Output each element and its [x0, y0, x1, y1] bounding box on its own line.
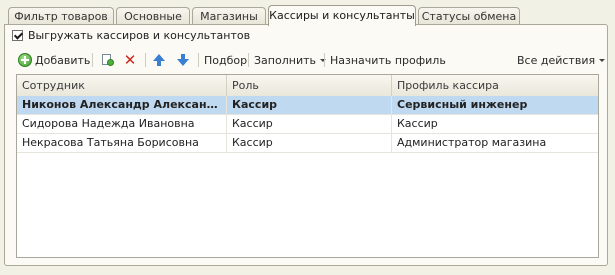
chevron-down-icon	[599, 58, 606, 62]
chevron-down-icon	[319, 58, 326, 62]
cell-profile: Сервисный инженер	[397, 98, 528, 111]
column-header-cashier-profile[interactable]: Профиль кассира	[392, 75, 598, 96]
cell-employee: Никонов Александр Александрович	[17, 96, 227, 114]
table-row[interactable]: Никонов Александр Александрович Кассир С…	[17, 96, 598, 115]
assign-profile-button[interactable]: Назначить профиль	[330, 50, 446, 70]
copy-icon	[100, 53, 114, 67]
tab-exchange-statuses[interactable]: Статусы обмена	[418, 7, 520, 24]
move-down-button[interactable]	[176, 50, 190, 70]
toolbar-separator	[324, 53, 325, 67]
add-button[interactable]: Добавить	[18, 50, 90, 70]
toolbar-separator	[145, 53, 146, 67]
cell-employee: Сидорова Надежда Ивановна	[17, 115, 227, 133]
table-header: Сотрудник Роль Профиль кассира	[17, 75, 598, 97]
cell-employee: Некрасова Татьяна Борисовна	[17, 134, 227, 152]
column-header-employee[interactable]: Сотрудник	[17, 75, 227, 96]
all-actions-menu[interactable]: Все действия	[517, 50, 606, 70]
cell-profile: Администратор магазина	[397, 136, 547, 149]
export-cashiers-option[interactable]: Выгружать кассиров и консультантов	[12, 28, 250, 42]
fill-label: Заполнить	[254, 53, 316, 67]
table-row[interactable]: Сидорова Надежда Ивановна Кассир Кассир	[17, 115, 598, 134]
delete-button[interactable]: ✕	[123, 50, 137, 70]
export-cashiers-checkbox[interactable]	[12, 29, 23, 41]
all-actions-label: Все действия	[517, 53, 596, 67]
move-up-button[interactable]	[152, 50, 166, 70]
fill-menu-button[interactable]: Заполнить	[254, 50, 326, 70]
toolbar-separator	[198, 53, 199, 67]
pick-button[interactable]: Подбор	[204, 50, 247, 70]
tab-main[interactable]: Основные	[116, 7, 190, 24]
cashiers-table[interactable]: Сотрудник Роль Профиль кассира Никонов А…	[16, 74, 599, 258]
cell-role: Кассир	[227, 96, 392, 114]
tab-cashiers[interactable]: Кассиры и консультанты	[268, 5, 416, 26]
tab-product-filter[interactable]: Фильтр товаров	[8, 7, 114, 24]
add-label: Добавить	[35, 53, 91, 67]
arrow-up-icon	[152, 53, 166, 67]
add-icon	[18, 53, 32, 67]
table-row[interactable]: Некрасова Татьяна Борисовна Кассир Админ…	[17, 134, 598, 153]
cell-profile: Кассир	[397, 117, 438, 130]
cell-role: Кассир	[227, 134, 392, 152]
arrow-down-icon	[176, 53, 190, 67]
copy-button[interactable]	[100, 50, 114, 70]
delete-icon: ✕	[123, 51, 137, 69]
tab-stores[interactable]: Магазины	[192, 7, 266, 24]
export-cashiers-label: Выгружать кассиров и консультантов	[28, 28, 251, 42]
toolbar: Добавить ✕ Подбор Заполнить Назначить пр…	[18, 50, 606, 70]
toolbar-separator	[92, 53, 93, 67]
cell-role: Кассир	[227, 115, 392, 133]
column-header-role[interactable]: Роль	[227, 75, 392, 96]
toolbar-separator	[248, 53, 249, 67]
